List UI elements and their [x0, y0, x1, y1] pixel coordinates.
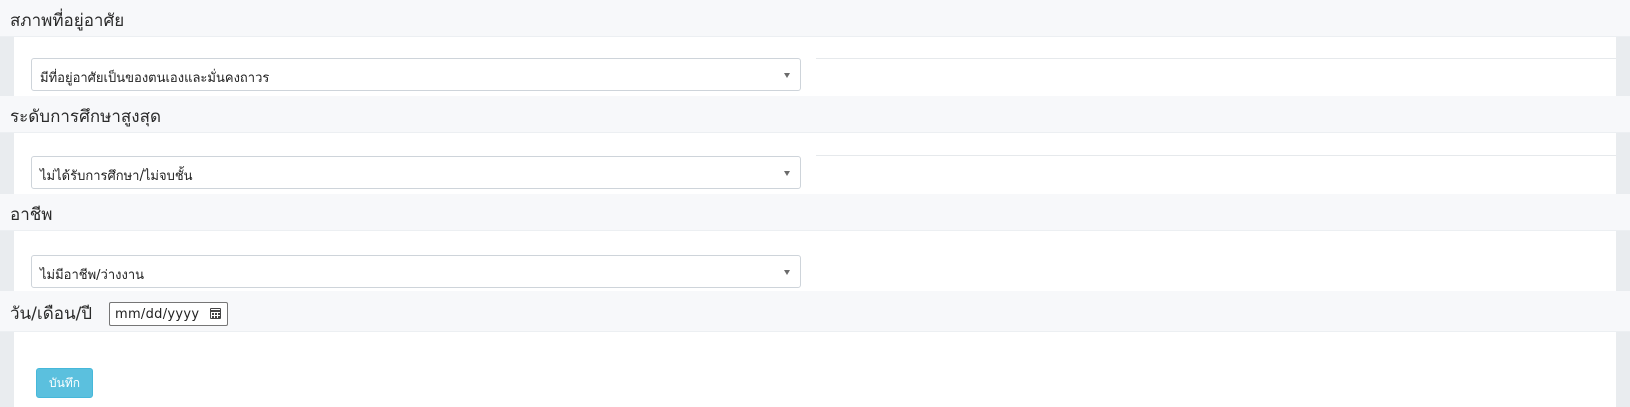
occupation-select-value: ไม่มีอาชีพ/ว่างงาน [40, 268, 145, 283]
occupation-section-header: อาชีพ [0, 194, 1630, 231]
occupation-select[interactable]: ไม่มีอาชีพ/ว่างงาน [31, 255, 801, 288]
housing-select[interactable]: มีที่อยู่อาศัยเป็นของตนเองและมั่นคงถาวร [31, 58, 801, 91]
education-select[interactable]: ไม่ได้รับการศึกษา/ไม่จบชั้น [31, 156, 801, 189]
housing-select-value: มีที่อยู่อาศัยเป็นของตนเองและมั่นคงถาวร [40, 71, 270, 86]
save-button[interactable]: บันทึก [36, 368, 93, 398]
date-placeholder: mm/dd/yyyy [115, 307, 200, 322]
housing-section-title: สภาพที่อยู่อาศัย [10, 11, 125, 31]
chevron-down-icon [784, 73, 790, 78]
education-select-value: ไม่ได้รับการศึกษา/ไม่จบชั้น [40, 169, 193, 184]
occupation-section-title: อาชีพ [10, 205, 53, 225]
form-page: สภาพที่อยู่อาศัย มีที่อยู่อาศัยเป็นของตน… [0, 0, 1630, 407]
chevron-down-icon [784, 270, 790, 275]
date-label: วัน/เดือน/ปี [10, 304, 93, 324]
calendar-icon[interactable] [210, 308, 221, 319]
housing-section-header: สภาพที่อยู่อาศัย [0, 0, 1630, 37]
education-section-title: ระดับการศึกษาสูงสุด [10, 107, 161, 127]
divider [816, 58, 1616, 59]
chevron-down-icon [784, 171, 790, 176]
education-section-header: ระดับการศึกษาสูงสุด [0, 96, 1630, 133]
date-section-header: วัน/เดือน/ปี [0, 291, 1630, 332]
divider [816, 155, 1616, 156]
date-input[interactable]: mm/dd/yyyy [109, 302, 228, 326]
